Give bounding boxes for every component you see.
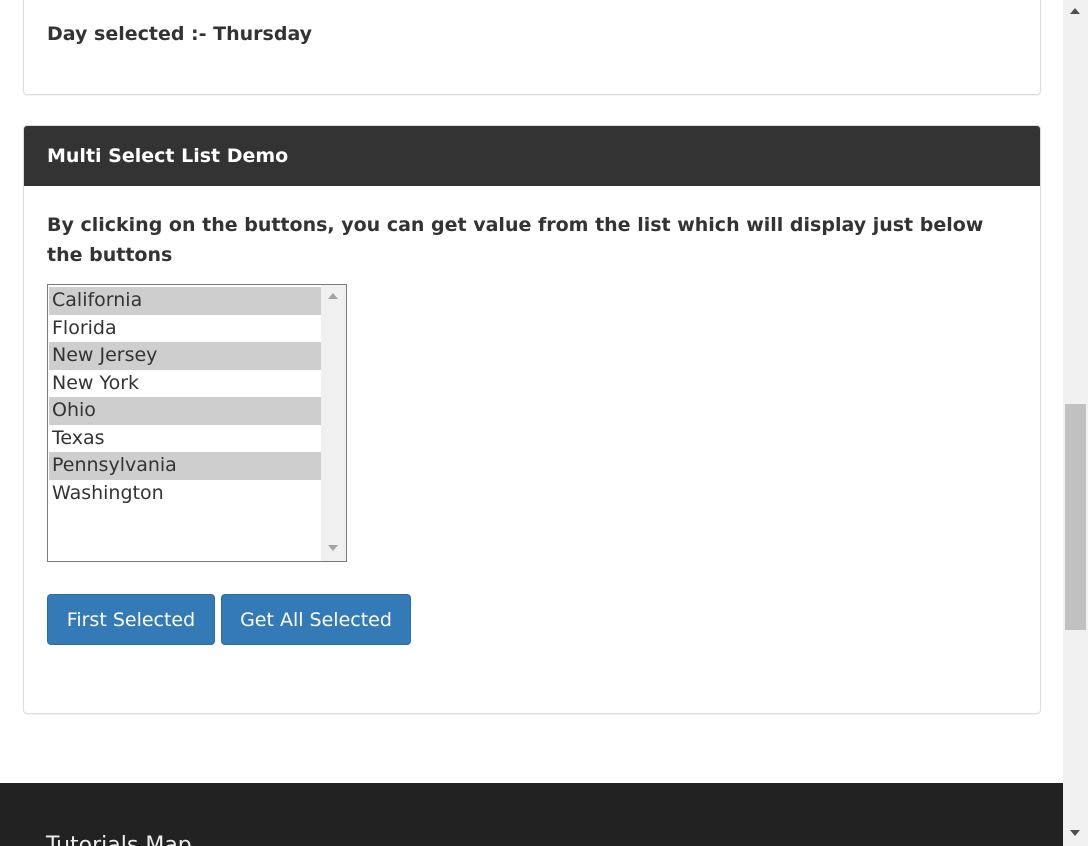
footer: Tutorials Map (0, 783, 1063, 846)
multi-select-panel: Multi Select List Demo By clicking on th… (23, 125, 1041, 714)
panel-description: By clicking on the buttons, you can get … (47, 214, 984, 266)
day-select-panel: Day selected :- Thursday (23, 0, 1041, 95)
list-option[interactable]: Florida (49, 315, 321, 343)
panel-heading: Multi Select List Demo (24, 126, 1040, 186)
listbox-scrollbar[interactable] (321, 285, 346, 561)
get-all-selected-button[interactable]: Get All Selected (221, 594, 411, 645)
states-multi-select[interactable]: California Florida New Jersey New York Ohio T… (47, 284, 347, 562)
list-option[interactable]: New York (49, 370, 321, 398)
options-list: California Florida New Jersey New York Ohio T… (49, 287, 321, 507)
first-selected-button[interactable]: First Selected (47, 594, 215, 645)
list-option[interactable]: New Jersey (49, 342, 321, 370)
triangle-down-icon[interactable] (328, 545, 338, 551)
triangle-up-icon[interactable] (1070, 8, 1080, 14)
list-option[interactable]: Pennsylvania (49, 452, 321, 480)
triangle-up-icon[interactable] (328, 293, 338, 299)
day-selected-result: Day selected :- Thursday (47, 23, 313, 45)
list-option[interactable]: Washington (49, 480, 321, 508)
footer-title: Tutorials Map (46, 833, 192, 846)
page: Day selected :- Thursday Multi Select Li… (0, 0, 1063, 846)
page-scrollbar[interactable] (1063, 0, 1088, 846)
list-option[interactable]: Ohio (49, 397, 321, 425)
scrollbar-thumb[interactable] (1065, 404, 1086, 630)
list-option[interactable]: California (49, 287, 321, 315)
list-option[interactable]: Texas (49, 425, 321, 453)
triangle-down-icon[interactable] (1070, 830, 1080, 836)
